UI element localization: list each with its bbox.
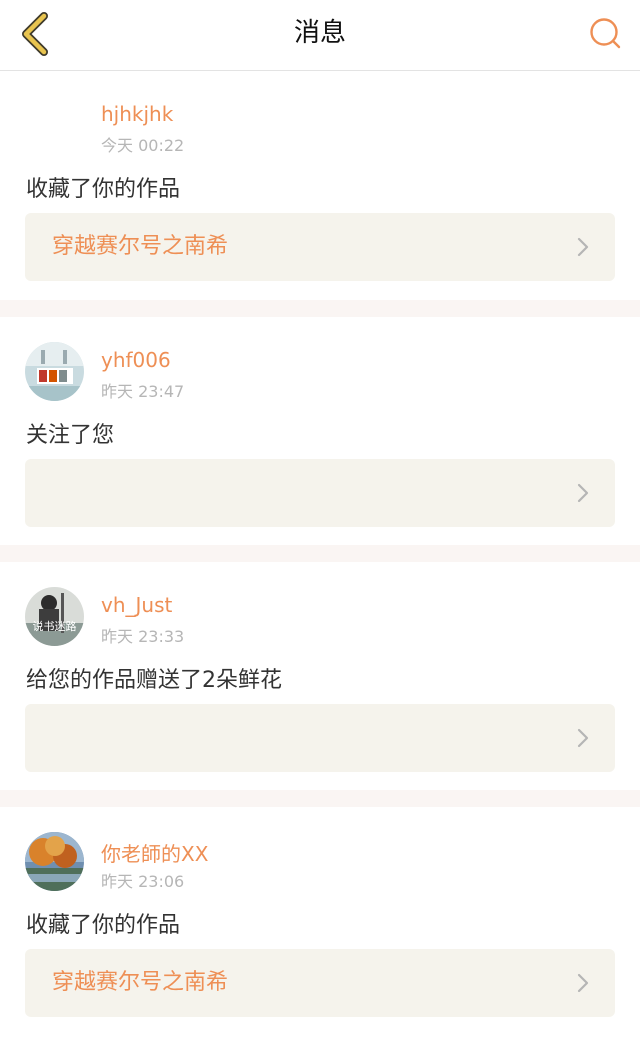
work-title: 穿越赛尔号之南希 [52,970,229,995]
notification-item[interactable]: 说书迷路 vh_Just 昨天 23:33 给您的作品赠送了2朵鲜花 [0,562,640,790]
chevron-right-icon [577,728,589,748]
notification-item[interactable]: 你老師的XX 昨天 23:06 收藏了你的作品 穿越赛尔号之南希 [0,807,640,1035]
user-name[interactable]: yhf006 [101,348,171,372]
work-title: 穿越赛尔号之南希 [52,234,229,259]
work-link[interactable]: 穿越赛尔号之南希 [25,949,615,1017]
action-text: 收藏了你的作品 [26,177,181,202]
action-text: 关注了您 [26,423,115,448]
timestamp: 昨天 23:47 [101,382,185,401]
timestamp: 昨天 23:06 [101,872,185,891]
chevron-right-icon [577,483,589,503]
timestamp: 今天 00:22 [101,136,185,155]
action-text: 给您的作品赠送了2朵鲜花 [26,668,282,693]
page-title: 消息 [293,18,346,48]
avatar[interactable]: 说书迷路 [25,587,84,646]
avatar-image: 说书迷路 [25,587,84,646]
timestamp: 昨天 23:33 [101,627,185,646]
user-name[interactable]: vh_Just [101,593,172,617]
user-name[interactable]: hjhkjhk [101,102,173,126]
search-button[interactable] [582,10,630,58]
search-icon [590,18,621,49]
divider [0,790,640,807]
avatar[interactable] [25,832,84,891]
avatar-image [25,342,84,401]
notification-item[interactable]: hjhkjhk 今天 00:22 收藏了你的作品 穿越赛尔号之南希 [0,71,640,300]
work-link[interactable] [25,459,615,527]
chevron-right-icon [577,973,589,993]
divider [0,300,640,317]
work-link[interactable]: 穿越赛尔号之南希 [25,213,615,281]
avatar-image [25,832,84,891]
chevron-right-icon [577,237,589,257]
action-text: 收藏了你的作品 [26,913,181,938]
avatar[interactable] [25,342,84,401]
navigation-bar: 消息 [0,0,640,71]
notification-item[interactable]: yhf006 昨天 23:47 关注了您 [0,317,640,545]
divider [0,545,640,562]
work-link[interactable] [25,704,615,772]
avatar-caption: 说书迷路 [33,619,77,633]
avatar[interactable] [25,96,84,155]
user-name[interactable]: 你老師的XX [101,838,208,867]
